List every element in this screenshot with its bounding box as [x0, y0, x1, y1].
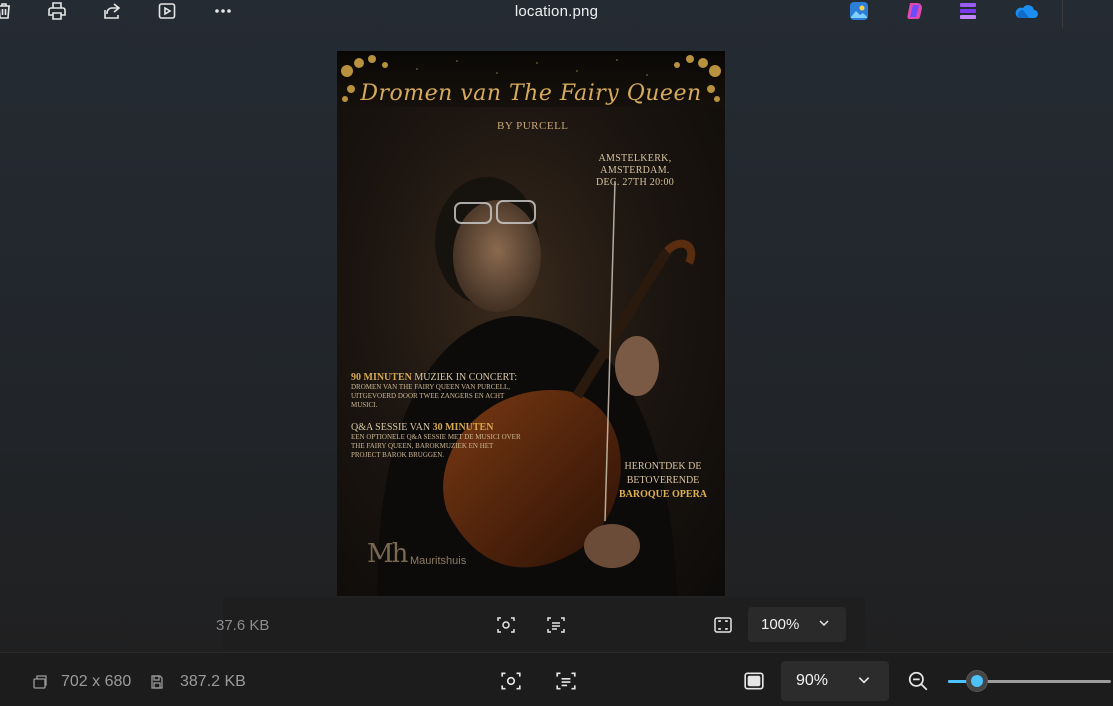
- copilot-icon[interactable]: [904, 1, 926, 21]
- toolbar-divider: [1062, 0, 1063, 28]
- chevron-down-icon: [818, 616, 830, 634]
- zoom-slider-thumb-dot: [971, 675, 984, 687]
- poster-tagline-line3: BAROQUE OPERA: [618, 489, 708, 500]
- clipchamp-icon[interactable]: [957, 1, 979, 21]
- poster-concert-block: 90 MINUTEN MUZIEK IN CONCERT: DROMEN VAN…: [351, 372, 521, 410]
- poster-tagline-line2: BETOVERENDE: [626, 475, 700, 486]
- zoom-level-value: 90%: [796, 672, 829, 689]
- extract-text-icon: [556, 672, 576, 690]
- chevron-down-icon: [857, 673, 871, 692]
- fit-to-window-button[interactable]: [741, 668, 767, 694]
- poster-block1-body: DROMEN VAN THE FAIRY QUEEN VAN PURCELL, …: [351, 383, 511, 409]
- photos-app-icon[interactable]: [848, 1, 870, 21]
- mauritshuis-logo-text: Mauritshuis: [410, 555, 467, 567]
- file-size-icon: [148, 673, 166, 691]
- poster-venue: AMSTELKERK, AMSTERDAM. DEC. 27TH 20:00: [565, 153, 705, 189]
- extract-text-button[interactable]: [553, 668, 579, 694]
- ghost-text-extract-icon[interactable]: [544, 613, 568, 637]
- zoom-out-button[interactable]: [905, 668, 931, 694]
- visual-search-icon: [501, 672, 521, 690]
- dimensions-icon: [31, 673, 49, 691]
- poster-tagline-line1: HERONTDEK DE: [624, 461, 702, 472]
- onedrive-icon[interactable]: [1012, 1, 1038, 21]
- poster-block2-head: Q&A SESSIE VAN: [351, 422, 433, 433]
- poster-block2-bold: 30 MINUTEN: [432, 422, 494, 433]
- ghost-file-size: 37.6 KB: [216, 617, 270, 634]
- mauritshuis-logo: Mh: [367, 539, 408, 569]
- file-size: 387.2 KB: [180, 673, 246, 690]
- ghost-fit-icon[interactable]: [711, 613, 735, 637]
- visual-search-button[interactable]: [498, 668, 524, 694]
- poster-tagline: HERONTDEK DE BETOVERENDE BAROQUE OPERA: [607, 460, 719, 502]
- image-dimensions: 702 x 680: [61, 673, 132, 690]
- poster-block1-bold: 90 MINUTEN: [351, 372, 412, 383]
- ghost-zoom-value: 100%: [761, 616, 800, 633]
- displayed-image[interactable]: Dromen van The Fairy Queen BY PURCELL AM…: [337, 51, 725, 596]
- zoom-out-icon: [908, 671, 928, 691]
- ghost-visual-search-icon[interactable]: [494, 613, 518, 637]
- poster-title: Dromen van The Fairy Queen: [360, 81, 702, 106]
- poster-composer: BY PURCELL: [497, 120, 569, 132]
- violinist-photo: [377, 177, 696, 596]
- poster-venue-line: AMSTELKERK, AMSTERDAM.: [598, 153, 672, 176]
- zoom-level-select[interactable]: 90%: [781, 661, 889, 701]
- poster-block1-head: MUZIEK IN CONCERT:: [411, 372, 518, 383]
- top-toolbar: location.png: [0, 0, 1113, 28]
- window-title: location.png: [514, 3, 599, 20]
- poster-block2-body: EEN OPTIONELE Q&A SESSIE MET DE MUSICI O…: [351, 433, 521, 459]
- ghost-zoom-select[interactable]: 100%: [748, 607, 846, 642]
- poster-date-line: DEC. 27TH 20:00: [595, 177, 675, 188]
- poster-qa-block: Q&A SESSIE VAN 30 MINUTEN EEN OPTIONELE …: [351, 422, 521, 460]
- fit-to-window-icon: [744, 672, 764, 690]
